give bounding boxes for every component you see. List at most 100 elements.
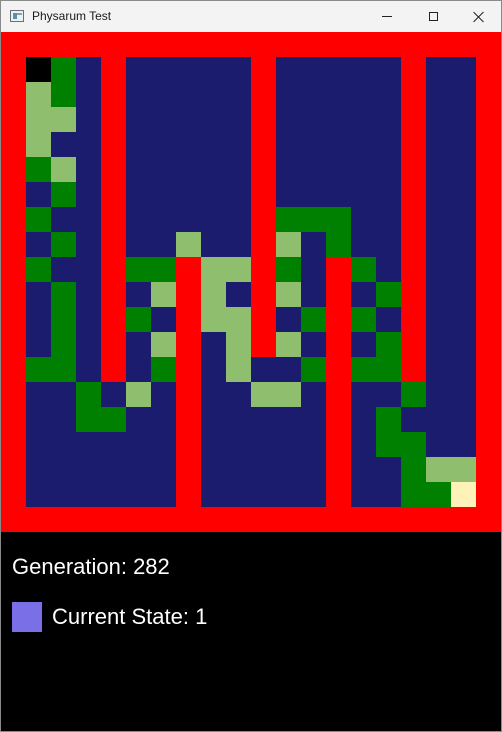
empty-cell [226,482,251,507]
empty-cell [251,432,276,457]
empty-cell [151,432,176,457]
empty-cell [426,407,451,432]
empty-cell [451,282,476,307]
trail-cell [51,282,76,307]
empty-cell [226,57,251,82]
trail-cell [401,482,426,507]
empty-cell [351,282,376,307]
empty-cell [126,357,151,382]
empty-cell [451,232,476,257]
empty-cell [351,457,376,482]
simulation-grid[interactable] [1,32,501,532]
faded-trail-cell [451,457,476,482]
empty-cell [301,407,326,432]
empty-cell [301,332,326,357]
empty-cell [26,307,51,332]
empty-cell [176,57,201,82]
empty-cell [326,57,351,82]
minimize-button[interactable] [364,1,410,32]
empty-cell [126,332,151,357]
empty-cell [426,57,451,82]
trail-cell [26,357,51,382]
empty-cell [426,357,451,382]
faded-trail-cell [26,107,51,132]
empty-cell [151,182,176,207]
empty-cell [151,307,176,332]
empty-cell [376,57,401,82]
empty-cell [376,382,401,407]
maximize-icon [428,12,438,21]
generation-label: Generation: 282 [12,554,170,579]
empty-cell [201,432,226,457]
empty-cell [26,432,51,457]
title-bar[interactable]: Physarum Test [1,1,501,32]
empty-cell [26,332,51,357]
empty-cell [226,82,251,107]
faded-trail-cell [151,282,176,307]
empty-cell [201,107,226,132]
empty-cell [451,207,476,232]
empty-cell [351,82,376,107]
empty-cell [76,282,101,307]
faded-trail-cell [226,257,251,282]
empty-cell [276,432,301,457]
trail-cell [51,332,76,357]
empty-cell [126,407,151,432]
trail-cell [376,282,401,307]
maximize-button[interactable] [410,1,456,32]
empty-cell [226,207,251,232]
empty-cell [276,57,301,82]
trail-cell [376,357,401,382]
empty-cell [426,232,451,257]
empty-cell [101,482,126,507]
empty-cell [351,57,376,82]
empty-cell [151,207,176,232]
empty-cell [201,232,226,257]
empty-cell [451,182,476,207]
empty-cell [226,432,251,457]
empty-cell [351,157,376,182]
empty-cell [26,232,51,257]
trail-cell [301,357,326,382]
empty-cell [276,457,301,482]
empty-cell [76,207,101,232]
empty-cell [76,82,101,107]
empty-cell [426,132,451,157]
empty-cell [301,57,326,82]
empty-cell [51,257,76,282]
empty-cell [201,482,226,507]
empty-cell [226,457,251,482]
faded-trail-cell [126,382,151,407]
empty-cell [276,482,301,507]
empty-cell [151,157,176,182]
empty-cell [126,57,151,82]
empty-cell [376,207,401,232]
empty-cell [451,307,476,332]
empty-cell [151,82,176,107]
empty-cell [51,457,76,482]
empty-cell [351,107,376,132]
empty-cell [301,157,326,182]
empty-cell [226,157,251,182]
empty-cell [301,382,326,407]
trail-cell [401,382,426,407]
trail-cell [301,307,326,332]
close-button[interactable] [456,1,502,32]
empty-cell [76,57,101,82]
trail-cell [151,357,176,382]
trail-cell [376,407,401,432]
faded-trail-cell [426,457,451,482]
empty-cell [201,82,226,107]
empty-cell [451,82,476,107]
empty-cell [451,332,476,357]
empty-cell [226,182,251,207]
empty-cell [176,157,201,182]
trail-cell [51,82,76,107]
empty-cell [51,482,76,507]
empty-cell [226,382,251,407]
empty-cell [451,432,476,457]
empty-cell [226,132,251,157]
empty-cell [301,457,326,482]
empty-cell [451,132,476,157]
empty-cell [201,182,226,207]
